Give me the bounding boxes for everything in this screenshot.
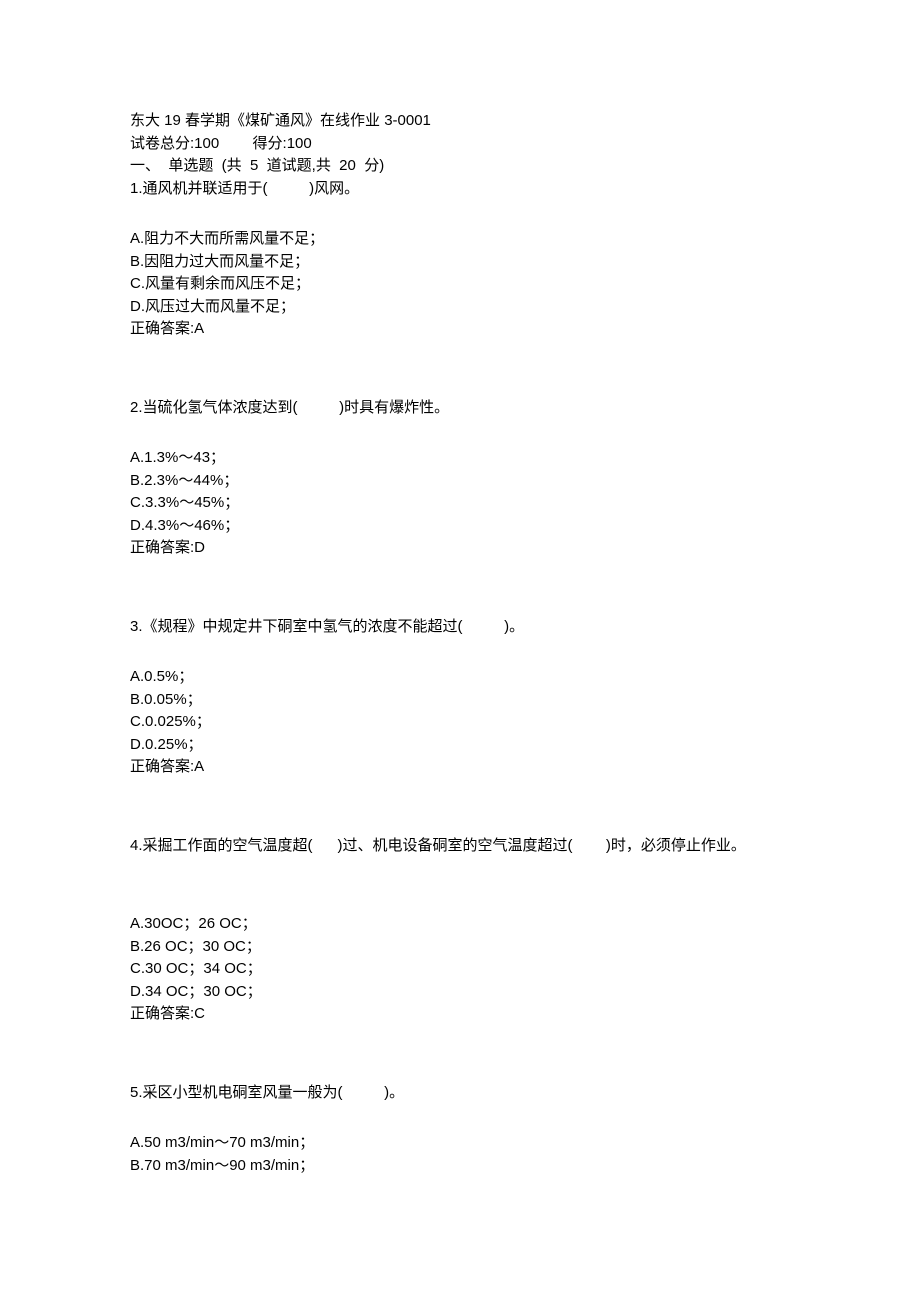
question-option: C.0.025%； [130,711,790,734]
question-option: B.0.05%； [130,689,790,712]
question-prompt: 4.采掘工作面的空气温度超( )过、机电设备硐室的空气温度超过( )时，必须停止… [130,835,790,858]
question-option: B.2.3%～44%； [130,470,790,493]
question-prompt: 5.采区小型机电硐室风量一般为( )。 [130,1082,790,1105]
question-option: A.1.3%～43； [130,447,790,470]
question-answer: 正确答案:D [130,537,790,560]
document-title: 东大 19 春学期《煤矿通风》在线作业 3-0001 [130,110,790,133]
question-option: B.70 m3/min～90 m3/min； [130,1155,790,1178]
question-option: A.30OC；26 OC； [130,913,790,936]
question-option: D.4.3%～46%； [130,515,790,538]
question-prompt: 1.通风机并联适用于( )风网。 [130,178,790,201]
question-prompt: 2.当硫化氢气体浓度达到( )时具有爆炸性。 [130,397,790,420]
question-answer: 正确答案:C [130,1003,790,1026]
question-option: D.0.25%； [130,734,790,757]
question-option: B.26 OC；30 OC； [130,936,790,959]
question-option: A.阻力不大而所需风量不足； [130,228,790,251]
question-option: D.风压过大而风量不足； [130,296,790,319]
question-option: D.34 OC；30 OC； [130,981,790,1004]
question-option: C.3.3%～45%； [130,492,790,515]
question-option: A.0.5%； [130,666,790,689]
question-option: B.因阻力过大而风量不足； [130,251,790,274]
question-option: A.50 m3/min～70 m3/min； [130,1132,790,1155]
section-heading: 一、 单选题 (共 5 道试题,共 20 分) [130,155,790,178]
score-line: 试卷总分:100 得分:100 [130,133,790,156]
question-prompt: 3.《规程》中规定井下硐室中氢气的浓度不能超过( )。 [130,616,790,639]
question-option: C.30 OC；34 OC； [130,958,790,981]
question-option: C.风量有剩余而风压不足； [130,273,790,296]
question-answer: 正确答案:A [130,318,790,341]
question-answer: 正确答案:A [130,756,790,779]
